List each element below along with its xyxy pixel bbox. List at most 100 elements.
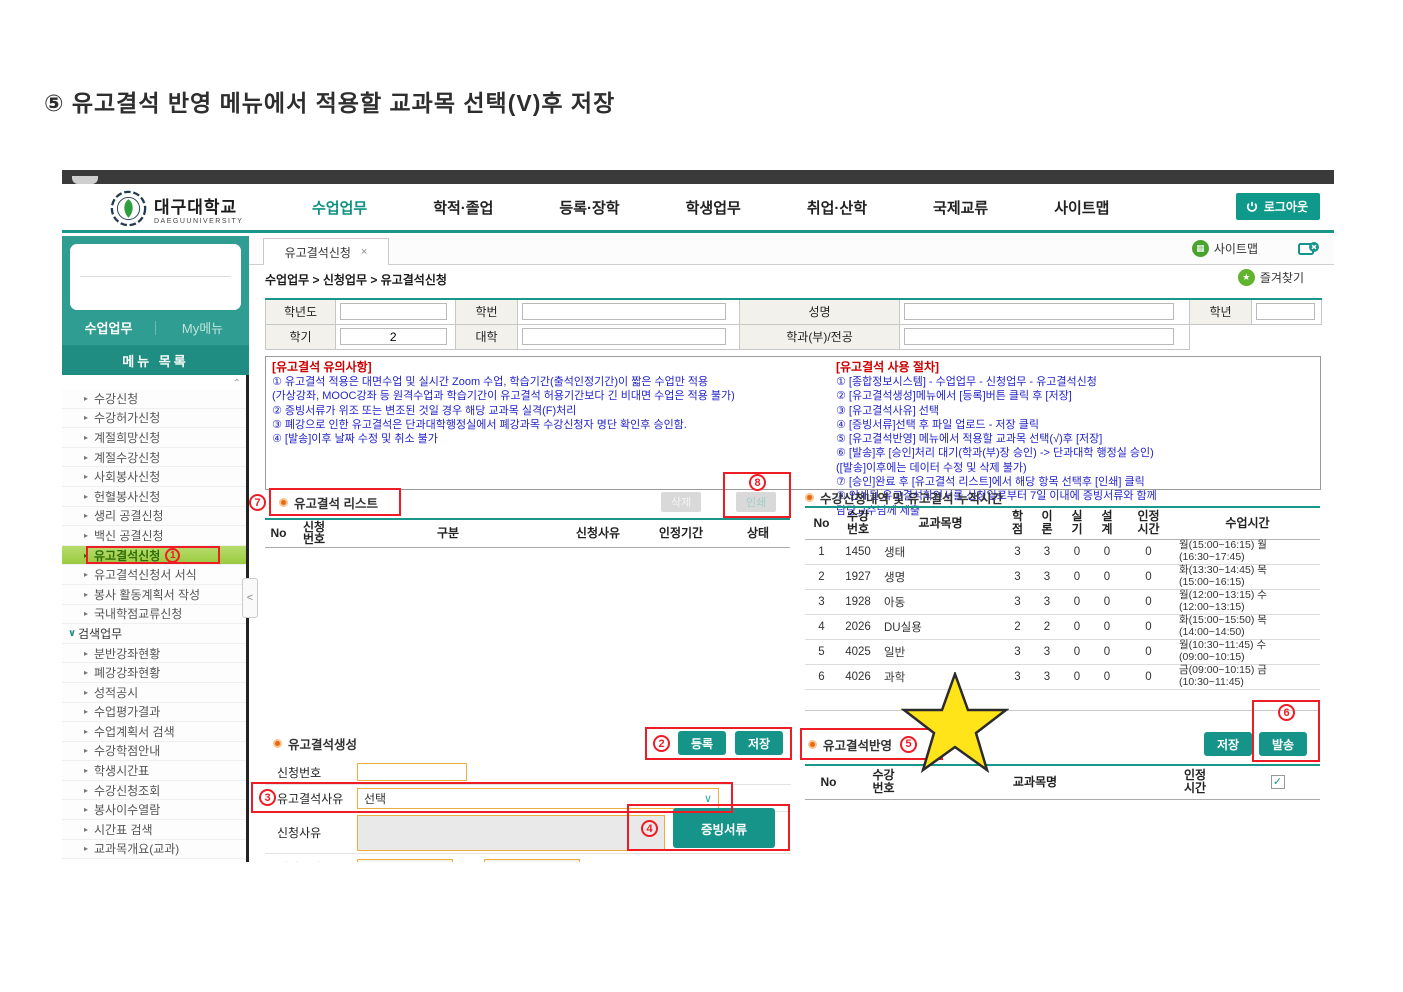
favorite-button[interactable]: ★ 즐겨찾기 — [1237, 269, 1304, 286]
student-info-form: 학년도 학번 성명 학년학기 대학 학과(부)/전공 — [265, 298, 1322, 350]
sidebar-item[interactable]: ▸ 수강학점안내 — [62, 741, 246, 762]
notice-line: ④ [발송]이후 날짜 수정 및 취소 불가 — [272, 433, 438, 446]
sidebar-item[interactable]: ▸ 생리 공결신청 — [62, 506, 246, 527]
print-button[interactable]: 인쇄 — [736, 492, 777, 512]
sidebar-item-label: 유고결석신청서 서식 — [94, 568, 197, 583]
document-tab-bar: 유고결석신청 × ▦ 사이트맵 — [249, 236, 1334, 265]
form-input-학년[interactable] — [1256, 303, 1315, 321]
sidebar-item[interactable]: ▸ 사회봉사신청 — [62, 467, 246, 487]
create-save-button[interactable]: 저장 — [735, 731, 784, 755]
nav-item-사이트맵[interactable]: 사이트맵 — [1054, 197, 1109, 218]
apply-no-input[interactable] — [357, 763, 467, 781]
notice-line: (가상강좌, MOOC강좌 등 원격수업과 학습기간이 유고결석 허용기간보다 … — [272, 390, 735, 403]
form-input-학과(부)/전공[interactable] — [904, 328, 1174, 345]
sidebar-item[interactable]: ▸ 계절수강신청 — [62, 447, 246, 468]
apply-save-button[interactable]: 저장 — [1204, 732, 1253, 756]
collapse-notch[interactable] — [72, 176, 98, 184]
list-col-header: 신청 번호 — [292, 519, 336, 548]
sidebar-item-label: 봉사 활동계획서 작성 — [94, 587, 201, 602]
sidebar-item[interactable]: ∨ 검색업무 — [62, 624, 246, 644]
sidebar-item-label: 폐강강좌현황 — [94, 666, 161, 681]
period-start-input[interactable] — [357, 859, 453, 862]
sidebar-item[interactable]: ▸ 폐강강좌현황 — [62, 663, 246, 683]
apply-col-header: No — [820, 774, 837, 789]
university-logo[interactable]: 대구대학교 DAEGUUNIVERSITY — [110, 190, 243, 227]
enrollment-table: No 수강 번호 교과목명 학 점이 론실 기설 계 인정 시간 수업시간 1 1450 생태… — [805, 506, 1320, 690]
nav-item-학적·졸업[interactable]: 학적·졸업 — [433, 197, 493, 218]
sidebar-item[interactable]: ▸ 계절희망신청 — [62, 428, 246, 448]
sidebar-item-label: 봉사이수열람 — [94, 803, 161, 818]
sitemap-shortcut[interactable]: ▦ 사이트맵 — [1191, 240, 1258, 257]
sidebar-tab-lecture[interactable]: 수업업무 — [62, 318, 155, 337]
register-button[interactable]: 등록 — [678, 731, 727, 755]
sidebar-item-label: 사회봉사신청 — [94, 470, 161, 485]
chevron-expanded-icon: ∨ — [68, 627, 77, 639]
user-info-box — [70, 244, 241, 310]
sidebar-item[interactable]: ▸ 수강신청 — [62, 389, 246, 409]
section-bullet-icon — [273, 739, 282, 748]
sidebar-item[interactable]: ▸ 수강신청조회 — [62, 780, 246, 801]
chevron-right-icon: ▸ — [84, 766, 89, 776]
form-input-학번[interactable] — [522, 303, 727, 321]
power-icon — [1246, 201, 1257, 212]
step6-badge: 6 — [1278, 704, 1295, 721]
scroll-up-icon[interactable]: ⌃ — [233, 378, 241, 389]
nav-item-국제교류[interactable]: 국제교류 — [933, 197, 988, 218]
attach-documents-button[interactable]: 증빙서류 — [673, 808, 775, 848]
sidebar-item-label: 학생시간표 — [94, 764, 150, 779]
nav-item-취업·산학[interactable]: 취업·산학 — [807, 197, 867, 218]
logout-button[interactable]: 로그아웃 — [1235, 193, 1320, 220]
absence-reason-select[interactable]: 선택 ∨ — [357, 787, 719, 809]
form-label: 학기 — [265, 323, 336, 350]
sidebar-item[interactable]: ▸ 유고결석신청 1 — [62, 545, 246, 566]
reason-textarea[interactable] — [357, 814, 665, 851]
chevron-down-icon: ∨ — [703, 792, 712, 805]
nav-item-등록·장학[interactable]: 등록·장학 — [559, 197, 619, 218]
chevron-right-icon: ▸ — [84, 491, 89, 501]
sidebar-item[interactable]: ▸ 수업평가결과 — [62, 702, 246, 723]
chevron-right-icon: ▸ — [84, 707, 89, 717]
sidebar-item[interactable]: ▸ 봉사 활동계획서 작성 — [62, 584, 246, 605]
sidebar-item[interactable]: ▸ 학생시간표 — [62, 761, 246, 781]
form-input-학기[interactable] — [340, 328, 447, 345]
list-col-header: No — [265, 519, 292, 548]
sidebar-item[interactable]: ▸ 성적공시 — [62, 682, 246, 703]
enrollment-row: 2 1927 생명 3 3 0 0 0 화(13:30~14:45) 목(15:00~16:15… — [805, 564, 1320, 590]
chevron-right-icon: ▸ — [84, 648, 89, 658]
sidebar-item[interactable]: ▸취업적성검사 — [62, 859, 246, 862]
sidebar-item[interactable]: ▸ 국내학점교류신청 — [62, 604, 246, 625]
enroll-col-header: 수강 번호 — [838, 507, 878, 540]
select-all-checkbox[interactable]: ✓ — [1270, 775, 1285, 790]
sidebar-item-label: 백신 공결신청 — [94, 528, 164, 543]
sidebar-item[interactable]: ▸ 백신 공결신청 — [62, 526, 246, 546]
tab-absence-application[interactable]: 유고결석신청 × — [263, 238, 389, 265]
nav-item-수업업무[interactable]: 수업업무 — [312, 197, 367, 218]
form-input-성명[interactable] — [904, 303, 1174, 321]
chevron-right-icon: ▸ — [84, 413, 89, 423]
sidebar-item[interactable]: ▸ 유고결석신청서 서식 — [62, 565, 246, 585]
sidebar-item[interactable]: ▸ 봉사이수열람 — [62, 800, 246, 821]
sidebar-tab-mymenu[interactable]: My메뉴 — [156, 318, 249, 337]
send-button[interactable]: 발송 — [1259, 732, 1308, 756]
form-input-대학[interactable] — [522, 328, 727, 345]
period-end-input[interactable] — [484, 859, 581, 862]
apply-section-title: 유고결석반영 — [823, 738, 893, 753]
close-all-windows-icon[interactable] — [1298, 241, 1320, 257]
delete-button[interactable]: 삭제 — [661, 492, 702, 512]
enroll-col-header: No — [805, 507, 838, 540]
university-emblem-icon — [110, 190, 147, 227]
form-input-학년도[interactable] — [340, 303, 447, 321]
list-col-header: 상태 — [726, 519, 790, 548]
sidebar-item[interactable]: ▸ 수강허가신청 — [62, 408, 246, 429]
nav-item-학생업무[interactable]: 학생업무 — [686, 197, 741, 218]
step1-badge: 1 — [165, 547, 181, 563]
sidebar-item[interactable]: ▸ 교과목개요(교과) — [62, 839, 246, 860]
sidebar-item[interactable]: ▸ 헌혈봉사신청 — [62, 486, 246, 507]
sidebar-item[interactable]: ▸ 수업계획서 검색 — [62, 722, 246, 742]
sidebar: 수업업무 My메뉴 메뉴 목록 ⌃ ▸ 수강신청 ▸ 수강허가신청 ▸ 계절희망신청 ▸ 계절… — [62, 236, 249, 862]
sidebar-item[interactable]: ▸ 분반강좌현황 — [62, 643, 246, 664]
sidebar-item[interactable]: ▸ 시간표 검색 — [62, 820, 246, 840]
sidebar-item-label: 검색업무 — [78, 626, 123, 641]
sidebar-collapse-handle[interactable]: < — [242, 578, 258, 618]
tab-close-icon[interactable]: × — [361, 246, 367, 258]
